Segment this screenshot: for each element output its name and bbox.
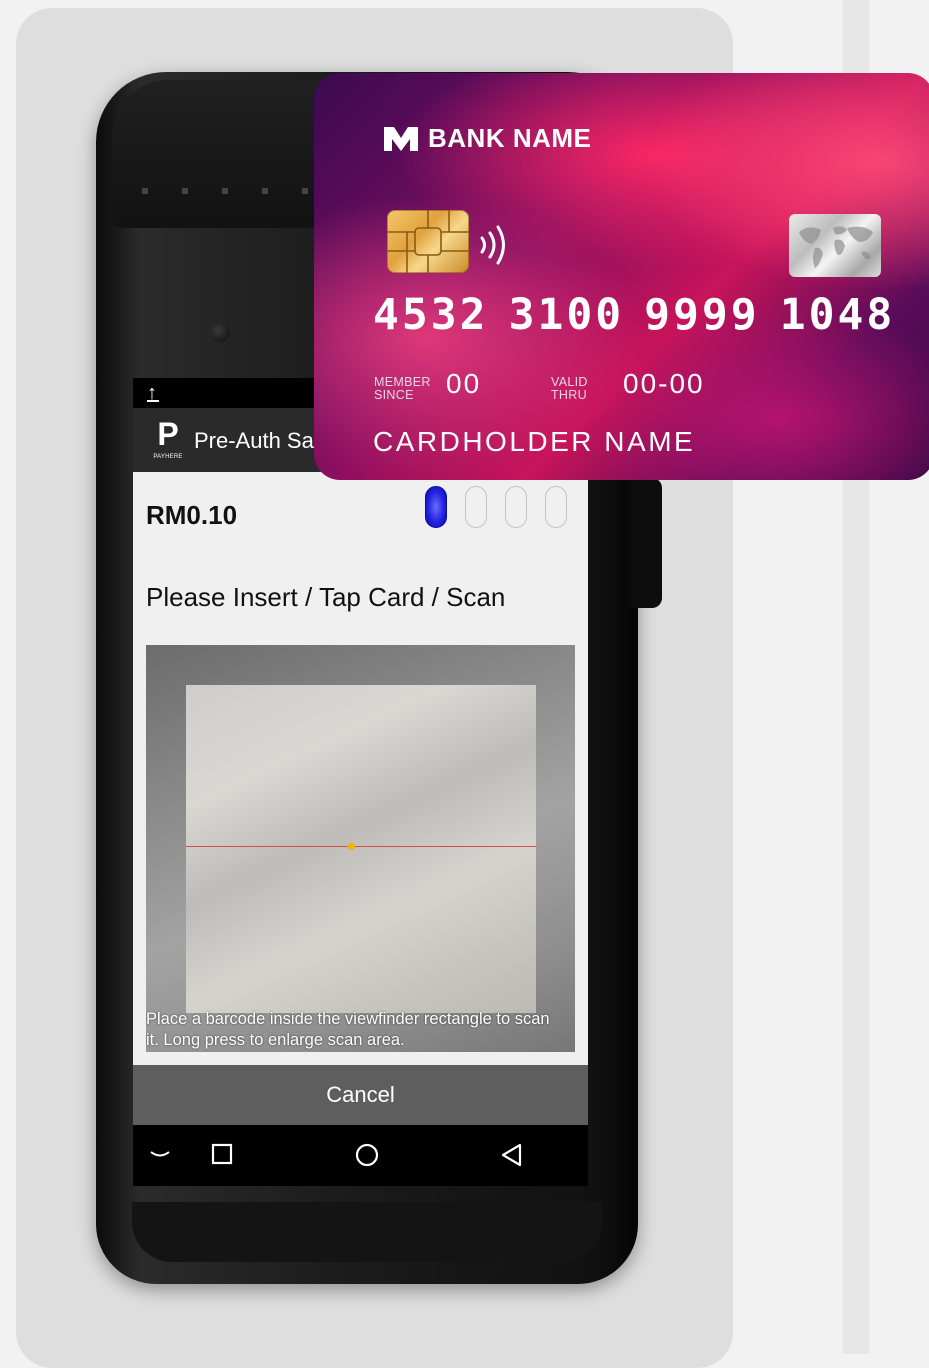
back-triangle-icon[interactable]	[500, 1143, 522, 1172]
bank-name: BANK NAME	[428, 123, 592, 153]
card-number-group-1: 4532	[373, 290, 489, 340]
member-since-value: 00	[446, 368, 482, 399]
payhere-logo: P PAYHERE	[153, 416, 183, 460]
barcode-scanner-view[interactable]: Place a barcode inside the viewfinder re…	[146, 645, 575, 1052]
emv-chip-icon	[387, 210, 469, 273]
stage-pill-2	[465, 486, 487, 528]
hologram-icon	[789, 214, 881, 277]
focus-dot	[348, 843, 355, 850]
cardholder-name: CARDHOLDER NAME	[373, 426, 696, 457]
viewfinder-rectangle[interactable]	[186, 685, 536, 1013]
card-instruction: Please Insert / Tap Card / Scan	[146, 582, 506, 612]
android-nav-bar	[133, 1125, 588, 1186]
card-number-group-4: 1048	[779, 290, 896, 340]
cancel-button[interactable]: Cancel	[133, 1065, 588, 1125]
stage-pill-3	[505, 486, 527, 528]
amount-display: RM0.10	[146, 500, 238, 530]
square-icon[interactable]	[211, 1143, 233, 1170]
card-number-group-2: 3100	[508, 290, 625, 340]
terminal-screen: ↑ P PAYHERE Pre-Auth Sale RM0.10 Please …	[133, 378, 588, 1186]
bank-logo-icon	[384, 127, 418, 151]
upload-icon: ↑	[147, 382, 159, 404]
stage-pill-4	[545, 486, 567, 528]
contactless-icon	[480, 225, 505, 265]
chevron-down-icon[interactable]	[149, 1147, 171, 1166]
scan-hint: Place a barcode inside the viewfinder re…	[146, 1010, 550, 1049]
stage-pill-1	[425, 486, 447, 528]
valid-thru-label: VALID THRU	[551, 375, 588, 402]
card-number: 4532 3100 9999 1048	[373, 290, 929, 340]
front-camera	[210, 322, 230, 342]
transaction-content: RM0.10 Please Insert / Tap Card / Scan P…	[133, 472, 588, 1065]
credit-card-overlay: BANK NAME 4532 3100 9999 1048 MEMBER SIN…	[314, 73, 929, 480]
card-number-group-3: 9999	[644, 290, 760, 340]
circle-icon[interactable]	[355, 1143, 379, 1172]
valid-thru-value: 00-00	[623, 368, 705, 399]
side-button	[628, 478, 662, 608]
app-title: Pre-Auth Sale	[194, 428, 331, 453]
scan-line	[186, 846, 536, 847]
terminal-chin	[132, 1202, 602, 1262]
member-since-label: MEMBER SINCE	[374, 375, 431, 402]
stage-indicator	[423, 486, 583, 532]
